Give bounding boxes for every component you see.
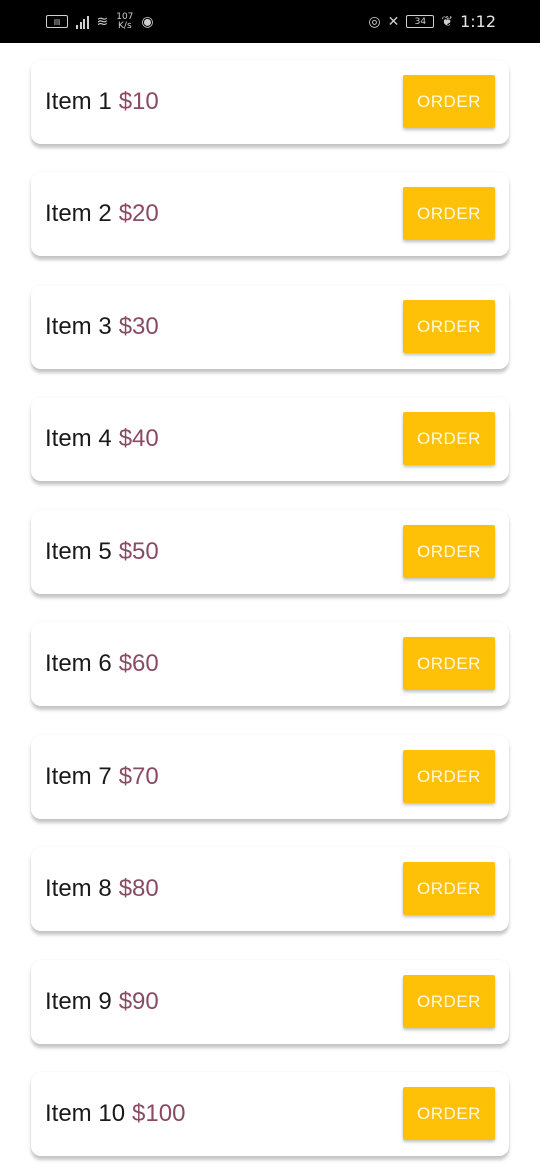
item-name: Item 10 <box>45 1100 126 1127</box>
item-label: Item 7 $70 <box>45 735 159 819</box>
item-name: Item 8 <box>45 875 112 902</box>
item-label: Item 1 $10 <box>45 60 159 144</box>
status-bar: ▤ ≋ 107 K/s ◉ ◎ ✕ 34 ❦ 1:12 <box>0 0 540 43</box>
network-speed: 107 K/s <box>116 12 133 31</box>
item-price: $100 <box>132 1100 186 1127</box>
item-price: $30 <box>118 313 159 340</box>
item-price: $50 <box>118 538 159 565</box>
eye-comfort-icon: ◎ <box>368 13 381 30</box>
wifi-icon: ≋ <box>96 13 109 30</box>
list-item: Item 2 $20 ORDER <box>31 172 509 256</box>
item-label: Item 3 $30 <box>45 285 159 369</box>
list-item: Item 7 $70 ORDER <box>31 735 509 819</box>
order-button[interactable]: ORDER <box>403 1087 495 1140</box>
item-label: Item 8 $80 <box>45 847 159 931</box>
network-speed-unit: K/s <box>118 20 132 31</box>
status-time: 1:12 <box>460 12 496 31</box>
list-item: Item 10 $100 ORDER <box>31 1072 509 1156</box>
order-button[interactable]: ORDER <box>403 750 495 803</box>
list-item: Item 8 $80 ORDER <box>31 847 509 931</box>
item-price: $80 <box>118 875 159 902</box>
item-name: Item 4 <box>45 425 112 452</box>
order-button[interactable]: ORDER <box>403 412 495 465</box>
leaf-icon: ❦ <box>441 13 454 30</box>
item-label: Item 4 $40 <box>45 397 159 481</box>
item-name: Item 3 <box>45 313 112 340</box>
item-price: $90 <box>118 988 159 1015</box>
spotify-icon: ◉ <box>141 13 154 30</box>
list-item: Item 9 $90 ORDER <box>31 960 509 1044</box>
list-item: Item 4 $40 ORDER <box>31 397 509 481</box>
item-label: Item 9 $90 <box>45 960 159 1044</box>
status-bar-right: ◎ ✕ 34 ❦ 1:12 <box>368 12 496 31</box>
order-button[interactable]: ORDER <box>403 300 495 353</box>
order-button[interactable]: ORDER <box>403 862 495 915</box>
item-name: Item 7 <box>45 763 112 790</box>
order-button[interactable]: ORDER <box>403 975 495 1028</box>
mute-icon: ✕ <box>387 13 400 30</box>
battery-icon: 34 <box>406 15 435 28</box>
item-price: $10 <box>118 88 159 115</box>
item-price: $20 <box>118 200 159 227</box>
list-item: Item 5 $50 ORDER <box>31 510 509 594</box>
item-name: Item 2 <box>45 200 112 227</box>
signal-icon <box>76 15 89 29</box>
item-name: Item 9 <box>45 988 112 1015</box>
item-price: $70 <box>118 763 159 790</box>
order-button[interactable]: ORDER <box>403 525 495 578</box>
list-item: Item 6 $60 ORDER <box>31 622 509 706</box>
item-name: Item 5 <box>45 538 112 565</box>
list-item: Item 3 $30 ORDER <box>31 285 509 369</box>
item-price: $40 <box>118 425 159 452</box>
item-label: Item 10 $100 <box>45 1072 185 1156</box>
item-price: $60 <box>118 650 159 677</box>
battery-level: 34 <box>414 16 427 27</box>
item-label: Item 6 $60 <box>45 622 159 706</box>
list-item: Item 1 $10 ORDER <box>31 60 509 144</box>
item-label: Item 2 $20 <box>45 172 159 256</box>
item-name: Item 6 <box>45 650 112 677</box>
order-button[interactable]: ORDER <box>403 637 495 690</box>
sim-card-icon: ▤ <box>46 15 68 28</box>
item-label: Item 5 $50 <box>45 510 159 594</box>
order-button[interactable]: ORDER <box>403 187 495 240</box>
item-name: Item 1 <box>45 88 112 115</box>
status-bar-left: ▤ ≋ 107 K/s ◉ <box>46 12 154 31</box>
order-button[interactable]: ORDER <box>403 75 495 128</box>
